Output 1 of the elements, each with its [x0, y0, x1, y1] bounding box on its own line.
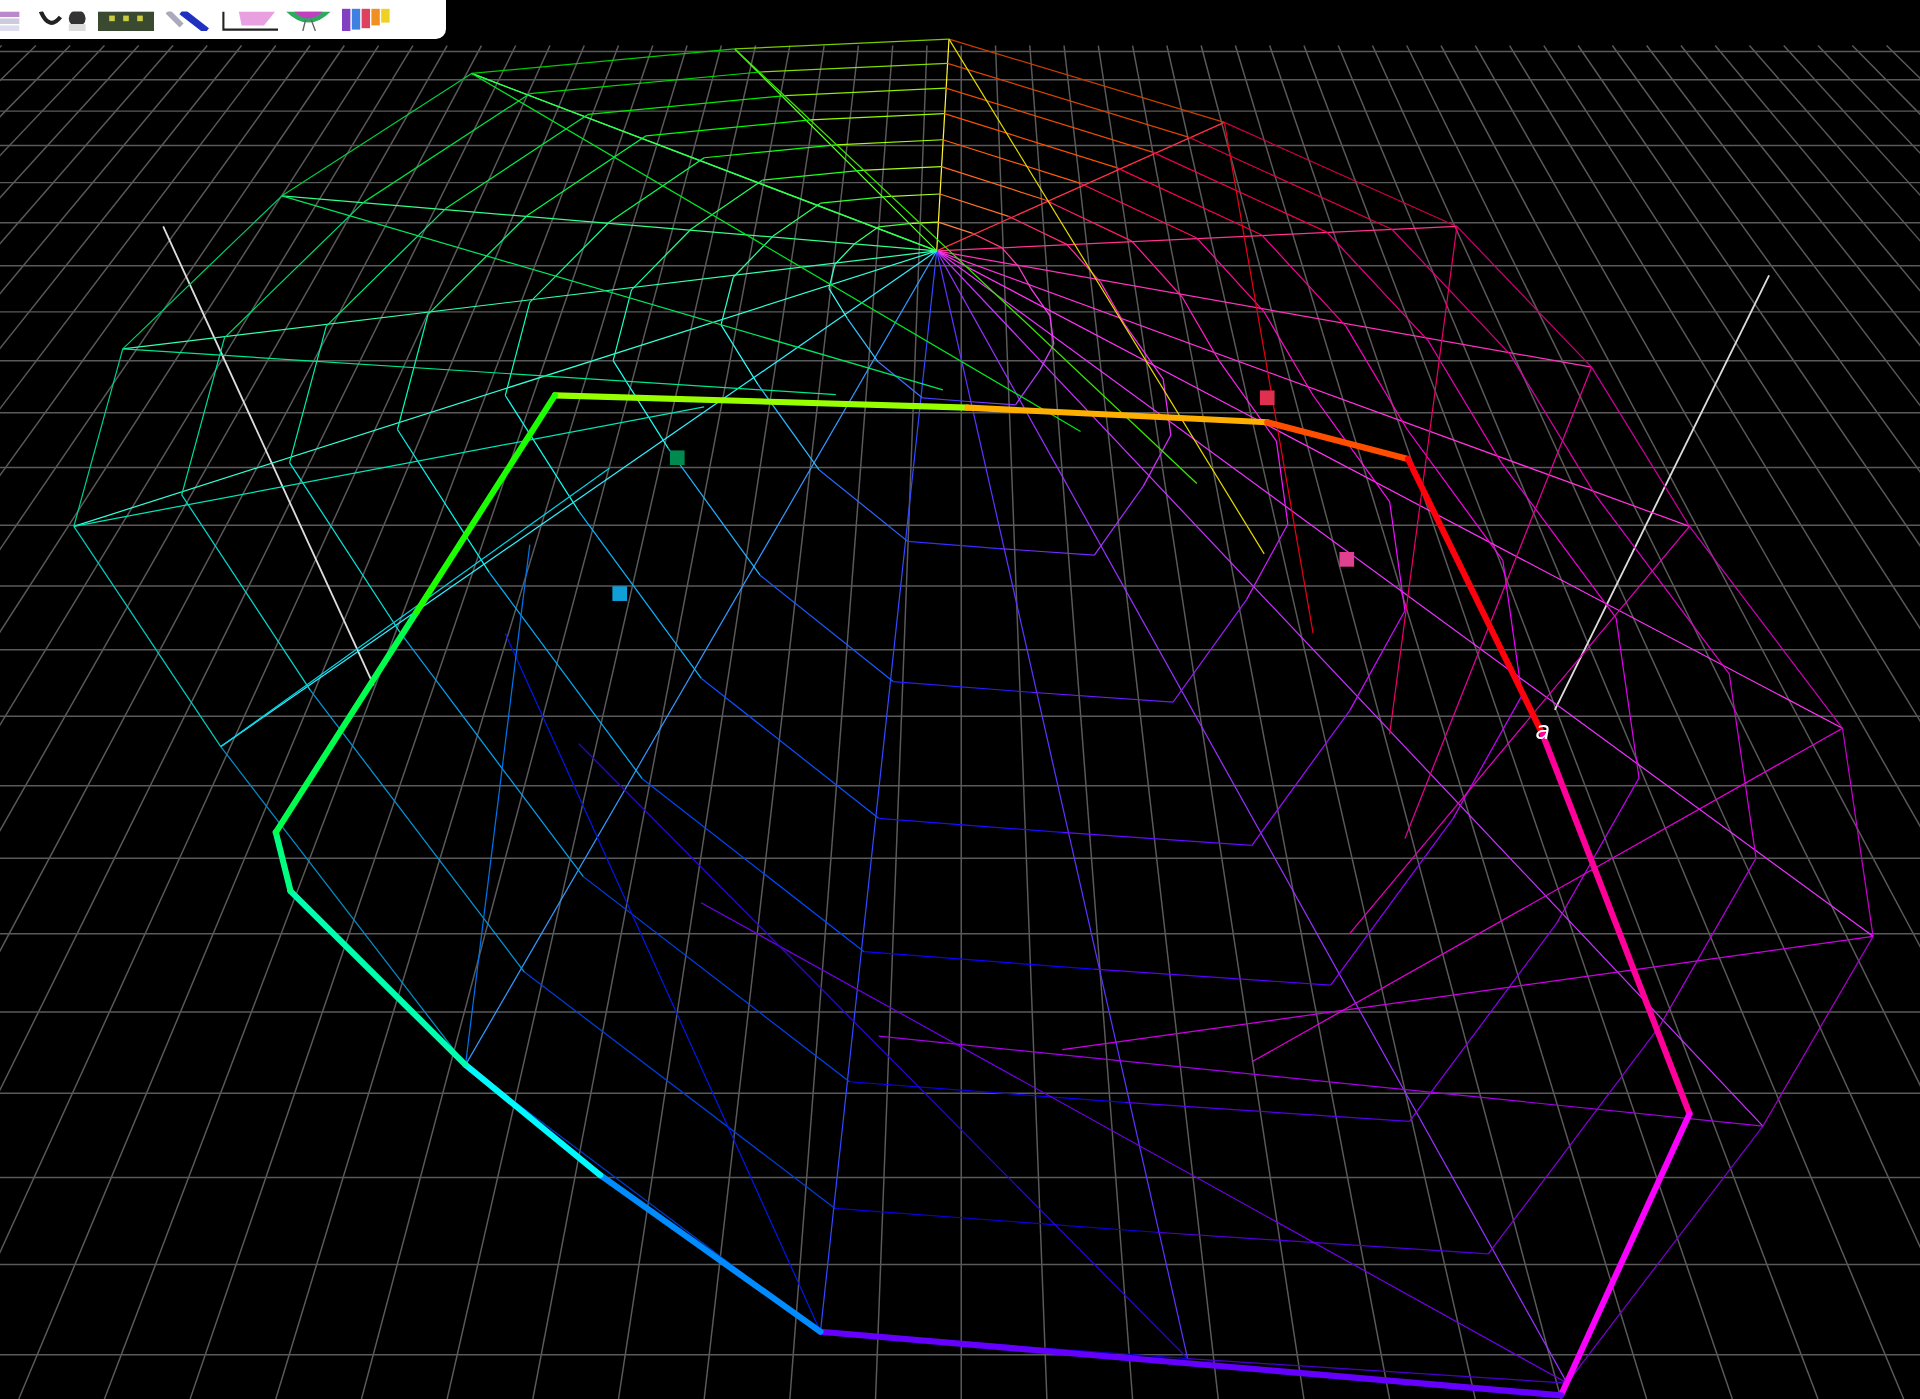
axis-label: a [1535, 716, 1551, 746]
